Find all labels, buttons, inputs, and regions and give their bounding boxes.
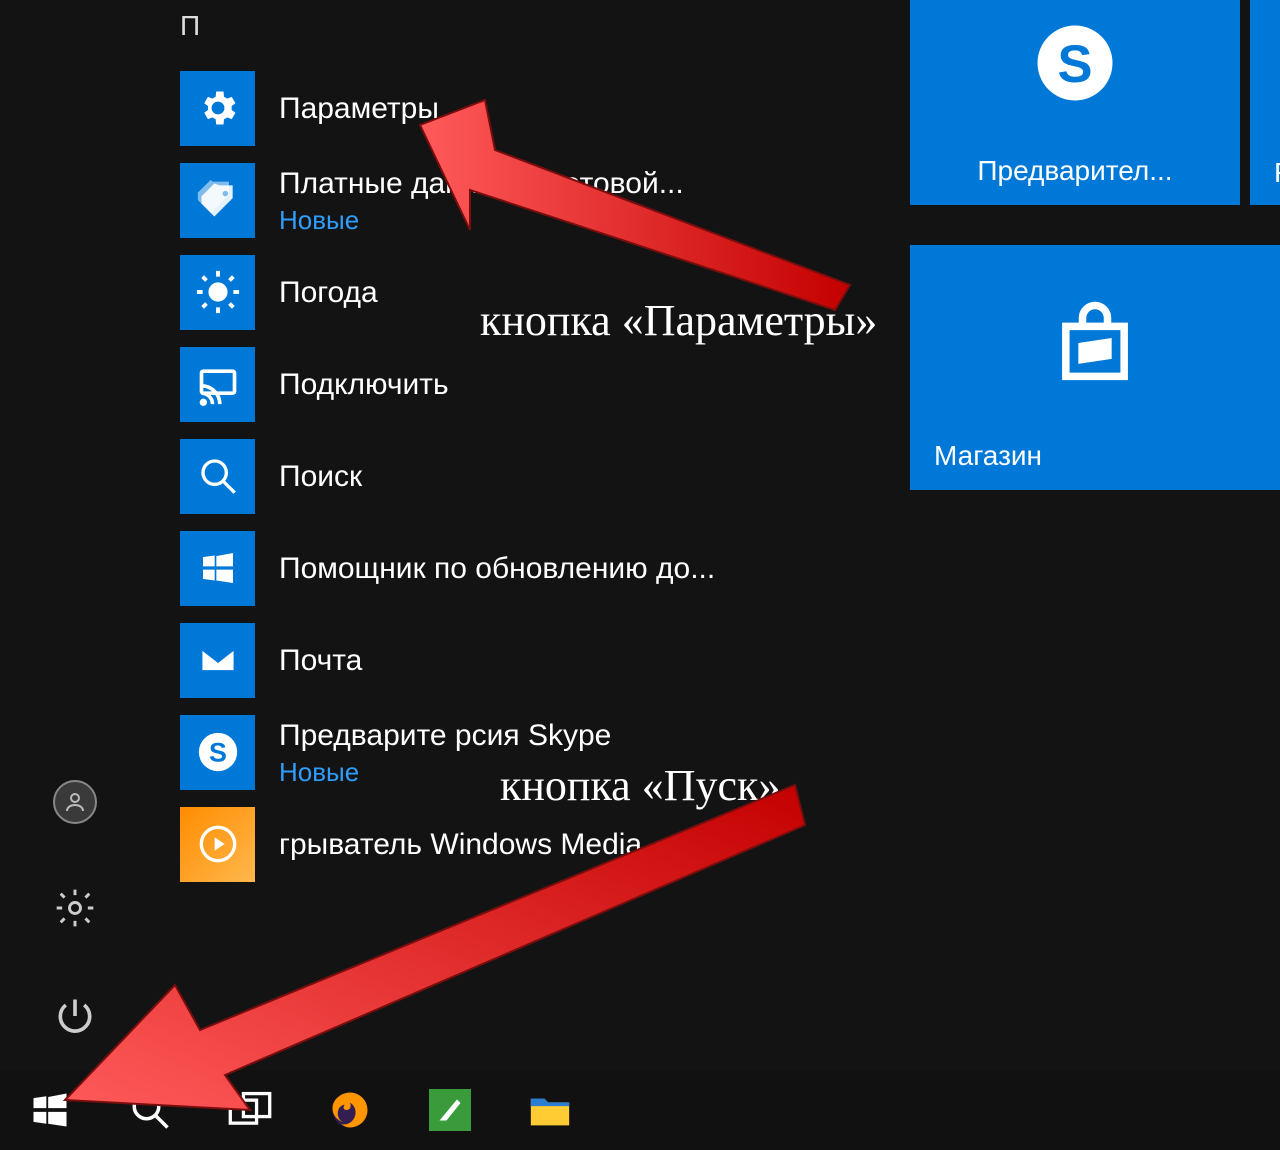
- windows-icon: [180, 531, 255, 606]
- app-label: Предварите рсия Skype: [279, 716, 611, 755]
- sun-icon: [180, 255, 255, 330]
- app-item-connect[interactable]: Подключить: [150, 338, 870, 430]
- gear-icon: [180, 71, 255, 146]
- app-label: Подключить: [279, 365, 449, 404]
- tile-label: Магазин: [934, 440, 1256, 472]
- tile-skype[interactable]: S Предварител...: [910, 0, 1240, 205]
- mail-icon: [180, 623, 255, 698]
- section-header: П: [150, 10, 870, 62]
- tags-icon: [180, 163, 255, 238]
- app-item-mail[interactable]: Почта: [150, 614, 870, 706]
- app-item-search[interactable]: Поиск: [150, 430, 870, 522]
- app-item-update-assistant[interactable]: Помощник по обновлению до...: [150, 522, 870, 614]
- app-label: Почта: [279, 641, 362, 680]
- app-label: Помощник по обновлению до...: [279, 549, 715, 588]
- search-icon: [180, 439, 255, 514]
- arrow-to-settings: [330, 95, 870, 315]
- app-label: Поиск: [279, 457, 362, 496]
- tile-store[interactable]: Магазин: [910, 245, 1280, 490]
- cast-icon: [180, 347, 255, 422]
- svg-text:S: S: [1057, 35, 1092, 94]
- tile-label: Предварител...: [977, 155, 1172, 187]
- tile-partial-right[interactable]: F: [1250, 0, 1280, 205]
- tile-label: F: [1274, 157, 1280, 189]
- arrow-to-start: [35, 755, 815, 1115]
